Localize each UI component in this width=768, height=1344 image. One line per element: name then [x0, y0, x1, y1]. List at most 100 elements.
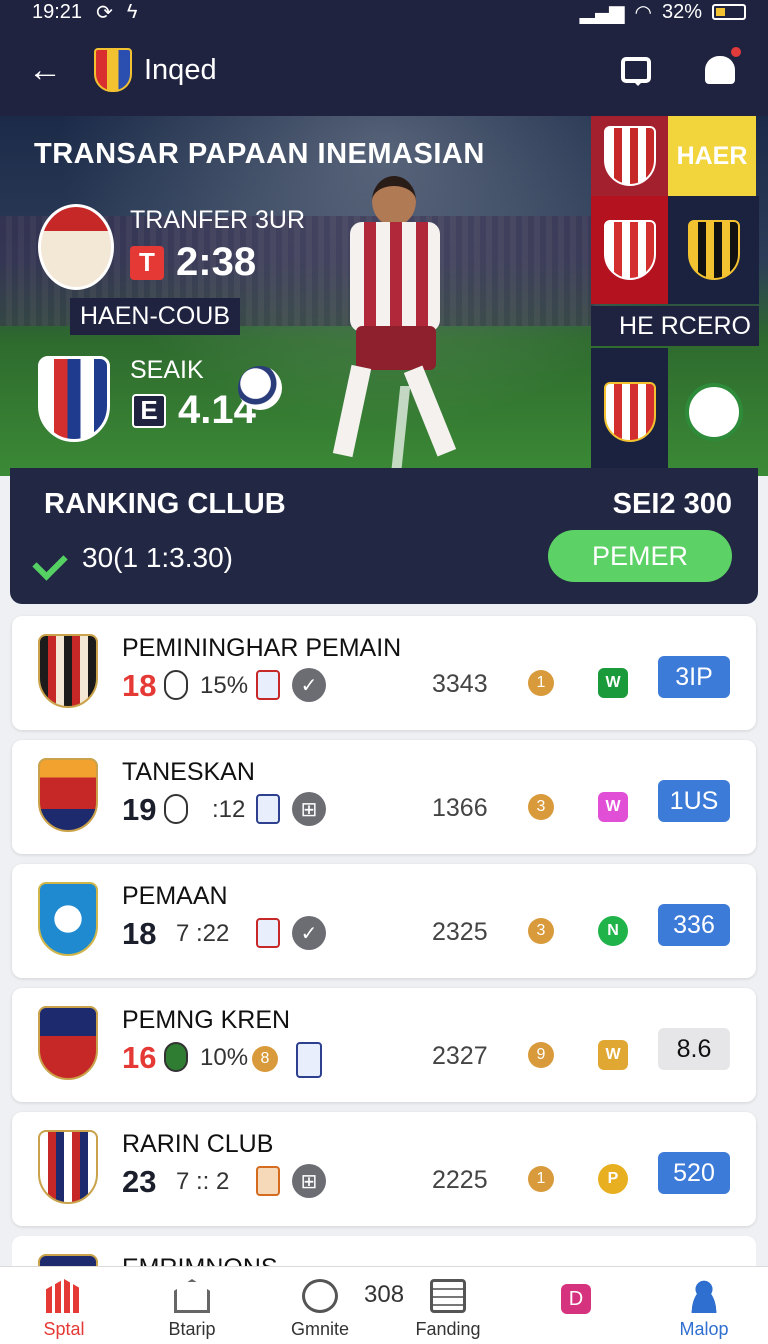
- club-name: PEMAAN: [122, 882, 228, 910]
- ranking-score: SEI2 300: [612, 488, 732, 520]
- side-club-1[interactable]: [591, 116, 668, 196]
- player-icon: [164, 794, 188, 824]
- club-row[interactable]: TANESKAN 19 :12 ⊞ 1366 3 W 1US: [12, 740, 756, 854]
- score-pill[interactable]: 3IP: [658, 656, 730, 698]
- score-pill[interactable]: 336: [658, 904, 730, 946]
- team-a-time-value: 2:38: [176, 240, 257, 284]
- side-club-4[interactable]: [591, 348, 668, 476]
- club-percent: 7 :22: [176, 920, 230, 947]
- nav-item-btarip[interactable]: Btarip: [128, 1267, 256, 1344]
- tag-icon: N: [598, 916, 628, 946]
- circle-icon: [302, 1279, 338, 1313]
- club-name: PEMNG KREN: [122, 1006, 291, 1034]
- team-a-time: T 2:38: [130, 240, 256, 285]
- check-circle-icon[interactable]: ✓: [292, 668, 326, 702]
- grid-circle-icon[interactable]: ⊞: [292, 1164, 326, 1198]
- side-club-5[interactable]: [668, 348, 759, 476]
- tag-icon: W: [598, 1040, 628, 1070]
- side-club-2[interactable]: [591, 196, 668, 304]
- middle-tag: HAEN-COUB: [70, 298, 241, 335]
- tag-icon: W: [598, 792, 628, 822]
- coin-badge: 3: [528, 794, 554, 820]
- side-clubs-panel: HAER HE RCERO: [591, 116, 768, 476]
- status-bar: 19:21 ⟳ ϟ ▂▄▆ ◠ 32%: [0, 0, 768, 24]
- nav-item-d[interactable]: D: [512, 1267, 640, 1344]
- signal-icon: ▂▄▆: [579, 1, 625, 24]
- team-b-crest[interactable]: [38, 356, 110, 442]
- hero-banner[interactable]: TRANSAR PAPAAN INEMASIAN TRANFER 3UR T 2…: [0, 116, 768, 476]
- club-crest-icon: [38, 1130, 98, 1204]
- flash-icon: ϟ: [126, 0, 138, 23]
- club-row[interactable]: PEMNG KREN 16 10% 8 2327 9 W 8.6: [12, 988, 756, 1102]
- app-bar: ← Inqed: [0, 24, 768, 116]
- ranking-summary-card: RANKING CLLUB SEI2 300 30(1 1:3.30) PEME…: [10, 468, 758, 604]
- club-row[interactable]: PEMAAN 18 7 :22 ✓ 2325 3 N 336: [12, 864, 756, 978]
- club-rank: 16: [122, 1040, 157, 1075]
- d-badge-icon: D: [561, 1284, 591, 1314]
- club-name: RARIN CLUB: [122, 1130, 274, 1158]
- ranking-title: RANKING CLLUB: [44, 488, 286, 520]
- nav-label: Btarip: [168, 1319, 216, 1339]
- card-icon: [256, 794, 280, 824]
- club-name: TANESKAN: [122, 758, 255, 786]
- notification-dot: [728, 44, 744, 60]
- back-arrow-icon[interactable]: ←: [28, 51, 78, 90]
- club-crest-icon: [38, 758, 98, 832]
- club-rank: 18: [122, 916, 157, 951]
- team-b-time: E 4.14: [132, 388, 256, 433]
- nav-count: 308: [364, 1281, 405, 1308]
- club-crest-icon: [603, 126, 656, 186]
- nav-label: Sptal: [43, 1319, 85, 1339]
- nav-label: Fanding: [415, 1319, 481, 1339]
- score-pill[interactable]: 520: [658, 1152, 730, 1194]
- club-percent: :12: [212, 796, 246, 823]
- chat-icon: [621, 57, 651, 83]
- club-percent: 10%: [200, 1044, 249, 1071]
- ranking-subtitle: 30(1 1:3.30): [82, 542, 233, 573]
- tag-icon: P: [598, 1164, 628, 1194]
- check-icon: [34, 540, 74, 580]
- grid-circle-icon[interactable]: ⊞: [292, 792, 326, 826]
- team-a-label: TRANFER 3UR: [130, 206, 306, 234]
- bottom-nav: Sptal Btarip Gmnite 308 Fanding D Malop: [0, 1266, 768, 1344]
- club-crest-icon: [94, 48, 132, 92]
- pemer-button[interactable]: PEMER: [548, 530, 732, 582]
- nav-label: Malop: [679, 1319, 729, 1339]
- club-crest-icon: [603, 382, 656, 442]
- notifications-button[interactable]: [700, 44, 744, 90]
- club-row[interactable]: PEMININGHAR PEMAIN 18 15% ✓ 3343 1 W 3IP: [12, 616, 756, 730]
- card-icon: [296, 1042, 322, 1078]
- club-points: 2327: [432, 1042, 488, 1070]
- club-rank: 23: [122, 1164, 157, 1199]
- club-percent: 7 :: 2: [176, 1168, 230, 1195]
- chat-button[interactable]: [616, 50, 656, 90]
- coin-badge: 9: [528, 1042, 554, 1068]
- club-points: 2325: [432, 918, 488, 946]
- player-icon: [164, 1042, 188, 1072]
- coin-badge: 1: [528, 1166, 554, 1192]
- nav-item-malop[interactable]: Malop: [640, 1267, 768, 1344]
- club-points: 3343: [432, 670, 488, 698]
- club-list: PEMININGHAR PEMAIN 18 15% ✓ 3343 1 W 3IP…: [12, 616, 756, 1276]
- profile-alert-icon: [705, 56, 735, 84]
- battery-icon: [712, 4, 746, 20]
- battery-percent: 32%: [661, 0, 702, 23]
- score-pill[interactable]: 8.6: [658, 1028, 730, 1070]
- club-crest-icon: [38, 634, 98, 708]
- club-row[interactable]: RARIN CLUB 23 7 :: 2 ⊞ 2225 1 P 520: [12, 1112, 756, 1226]
- club-points: 2225: [432, 1166, 488, 1194]
- level-badge: 8: [252, 1046, 278, 1072]
- team-b-badge: E: [132, 393, 166, 428]
- nav-item-sptal[interactable]: Sptal: [0, 1267, 128, 1344]
- coin-badge: 1: [528, 670, 554, 696]
- nav-item-fanding[interactable]: 308 Fanding: [364, 1267, 512, 1344]
- club-rank: 18: [122, 668, 157, 703]
- player-avatar[interactable]: [38, 204, 114, 290]
- player-icon: [164, 670, 188, 700]
- score-pill[interactable]: 1US: [658, 780, 730, 822]
- check-circle-icon[interactable]: ✓: [292, 916, 326, 950]
- home-icon: [174, 1279, 210, 1313]
- side-club-3[interactable]: [668, 196, 759, 304]
- card-icon: [256, 670, 280, 700]
- club-rank: 19: [122, 792, 157, 827]
